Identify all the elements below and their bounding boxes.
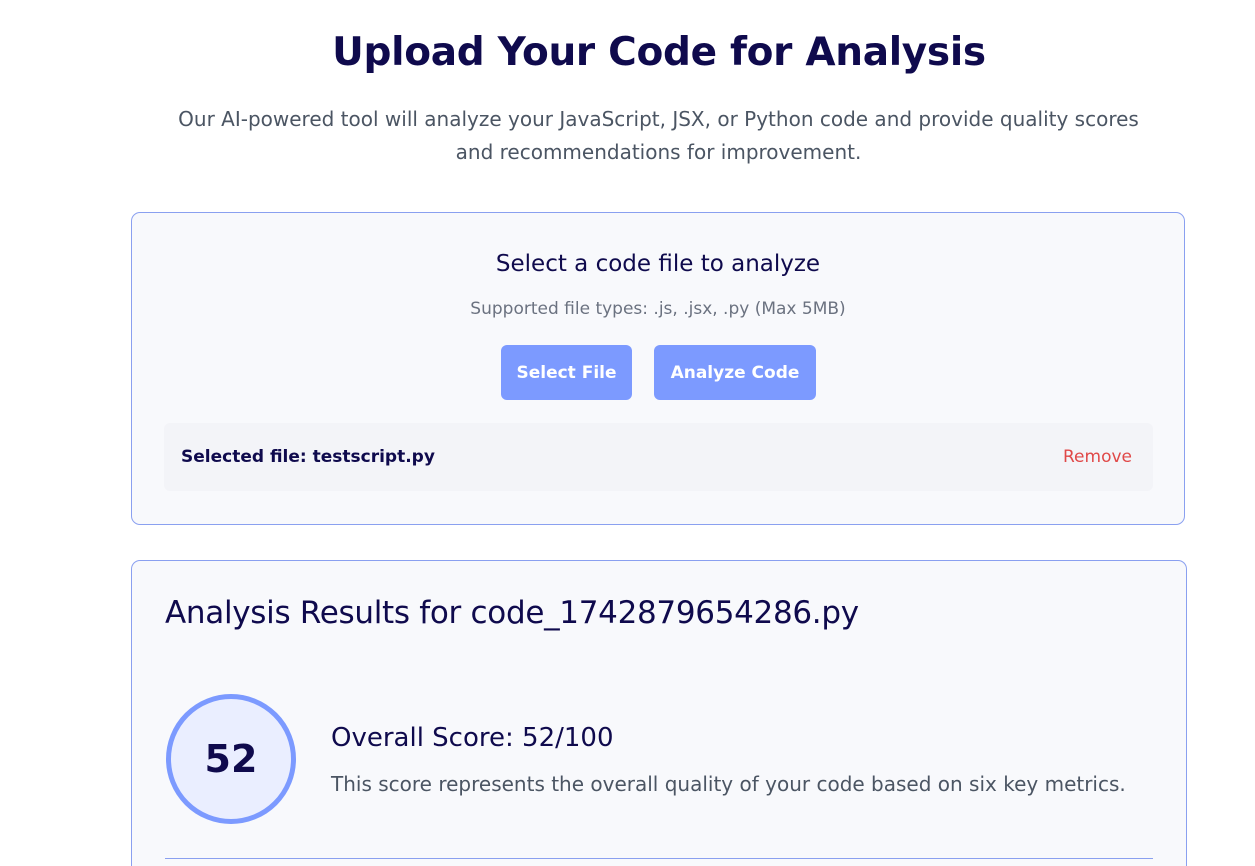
selected-file-row: Selected file: testscript.py Remove (164, 423, 1153, 491)
select-file-button[interactable]: Select File (501, 345, 632, 400)
score-description: This score represents the overall qualit… (331, 772, 1126, 796)
selected-file-label: Selected file: testscript.py (181, 447, 435, 467)
results-card: Analysis Results for code_1742879654286.… (131, 560, 1187, 866)
divider (165, 858, 1153, 859)
upload-card[interactable]: Select a code file to analyze Supported … (131, 212, 1185, 525)
score-value: 52 (204, 737, 258, 781)
upload-title: Select a code file to analyze (495, 251, 821, 277)
page-subtitle: Our AI-powered tool will analyze your Ja… (178, 107, 1139, 164)
remove-file-button[interactable]: Remove (1063, 447, 1132, 467)
page-title: Upload Your Code for Analysis (332, 30, 986, 75)
page: Upload Your Code for Analysis Our AI-pow… (0, 0, 1255, 866)
analyze-code-button[interactable]: Analyze Code (654, 345, 816, 400)
results-title: Analysis Results for code_1742879654286.… (165, 595, 859, 631)
score-circle: 52 (166, 694, 296, 824)
overall-score-heading: Overall Score: 52/100 (331, 723, 614, 753)
supported-file-types: Supported file types: .js, .jsx, .py (Ma… (470, 299, 846, 319)
